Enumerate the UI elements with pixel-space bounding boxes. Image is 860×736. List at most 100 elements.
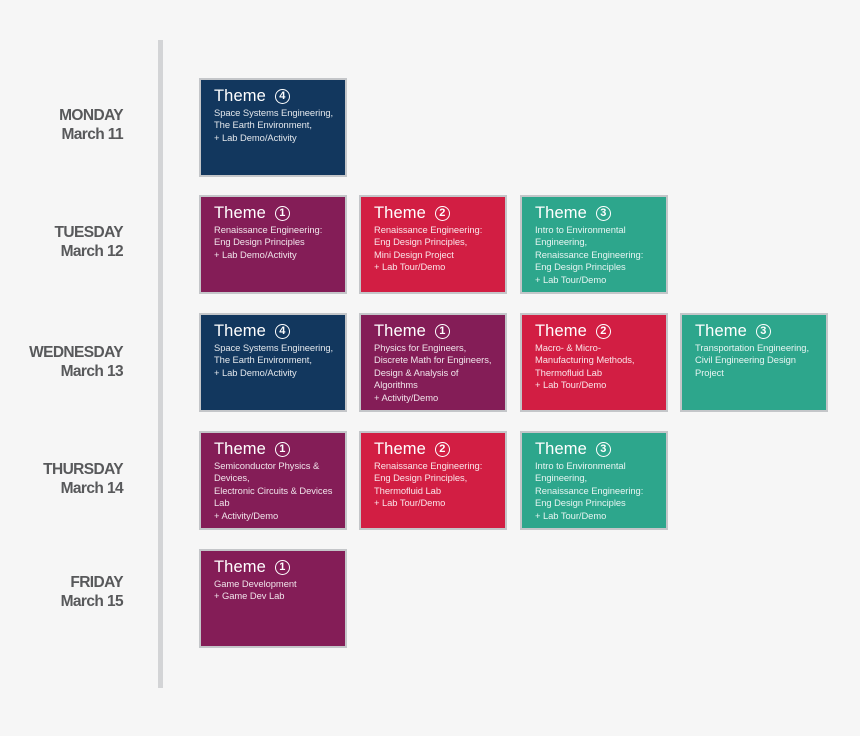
session-description-line: Intro to Environmental [535, 460, 626, 471]
session-card-theme-4[interactable]: Theme 4 Space Systems Engineering, The Eart… [199, 78, 347, 177]
session-description: Renaissance Engineering: Eng Design Princ… [214, 224, 345, 261]
session-title-text: Theme [535, 322, 587, 340]
session-description-line: Eng Design Principles [535, 497, 626, 509]
theme-number-circle-icon: 3 [595, 441, 611, 457]
session-description-line: + Lab Tour/Demo [535, 273, 607, 285]
session-description-line: Renaissance Engineering: [214, 224, 323, 235]
day-date: March 14 [60, 480, 124, 497]
session-card-content: Theme 1 Physics for Engineers, Discrete Mat… [361, 315, 505, 404]
session-card-theme-1[interactable]: Theme 1 Physics for Engineers, Discrete Mat… [359, 313, 507, 412]
session-title: Theme 4 [214, 86, 345, 106]
session-description-line: The Earth Environment, [214, 119, 312, 131]
session-description: Intro to Environmental Engineering, Renais… [535, 224, 666, 286]
session-description-line: + Lab Tour/Demo [374, 497, 446, 509]
session-description: Macro- & Micro- Manufacturing Methods, The… [535, 342, 666, 392]
day-date: March 15 [60, 593, 124, 610]
session-description-line: The Earth Environment, [214, 354, 312, 366]
session-title: Theme 1 [214, 439, 345, 459]
theme-number-circle-icon: 4 [274, 88, 290, 104]
session-title-text: Theme [695, 322, 747, 340]
session-description-line: Discrete Math for Engineers, [374, 354, 492, 366]
session-description-line: + Activity/Demo [374, 391, 439, 403]
session-description-line: Thermofluid Lab [535, 366, 602, 378]
day-label-monday: MONDAY March 11 [0, 106, 123, 144]
session-description: Semiconductor Physics & Devices, Electroni… [214, 460, 345, 522]
session-description-line: Renaissance Engineering: [374, 224, 483, 235]
session-description-line: Engineering, [535, 472, 588, 484]
session-description-line: Renaissance Engineering: [374, 460, 483, 471]
session-description-line: Design & Analysis of [374, 366, 459, 378]
timeline-divider [158, 40, 163, 688]
theme-number-circle-icon: 3 [595, 205, 611, 221]
session-card-theme-1[interactable]: Theme 1 Game Development + Game Dev Lab [199, 549, 347, 648]
session-title-text: Theme [214, 204, 266, 222]
session-title-text: Theme [535, 204, 587, 222]
session-description-line: + Lab Demo/Activity [214, 248, 297, 260]
session-description-line: Eng Design Principles, [374, 236, 468, 248]
session-title: Theme 2 [535, 321, 666, 341]
session-title: Theme 3 [535, 203, 666, 223]
session-description-line: + Lab Tour/Demo [374, 261, 446, 273]
theme-number-circle-icon: 1 [274, 441, 290, 457]
session-description-line: Electronic Circuits & Devices [214, 484, 333, 496]
session-card-theme-3[interactable]: Theme 3 Intro to Environmental Engineering,… [520, 195, 668, 294]
session-description-line: Semiconductor Physics & [214, 460, 320, 471]
session-description-line: Physics for Engineers, [374, 342, 467, 353]
session-card-theme-4[interactable]: Theme 4 Space Systems Engineering, The Eart… [199, 313, 347, 412]
session-description-line: Renaissance Engineering: [535, 248, 644, 260]
day-name: FRIDAY [70, 574, 123, 591]
session-description-line: Eng Design Principles [214, 236, 305, 248]
session-description-line: Renaissance Engineering: [535, 484, 644, 496]
session-description: Renaissance Engineering: Eng Design Princ… [374, 460, 505, 510]
session-title: Theme 1 [374, 321, 505, 341]
session-description: Space Systems Engineering, The Earth Envi… [214, 342, 345, 379]
session-description-line: Space Systems Engineering, [214, 342, 334, 353]
session-card-content: Theme 2 Renaissance Engineering: Eng Design… [361, 197, 505, 274]
session-description-line: Eng Design Principles [535, 261, 626, 273]
session-description-line: + Lab Demo/Activity [214, 131, 297, 143]
theme-number-circle-icon: 1 [434, 323, 450, 339]
session-card-content: Theme 3 Intro to Environmental Engineering,… [522, 433, 666, 522]
session-card-theme-1[interactable]: Theme 1 Semiconductor Physics & Devices, Ele… [199, 431, 347, 530]
session-card-content: Theme 1 Game Development + Game Dev Lab [201, 551, 345, 603]
session-title-text: Theme [214, 440, 266, 458]
session-description: Renaissance Engineering: Eng Design Princ… [374, 224, 505, 274]
session-card-content: Theme 2 Macro- & Micro- Manufacturing Metho… [522, 315, 666, 392]
session-description: Transportation Engineering, Civil Enginee… [695, 342, 826, 379]
session-description-line: Engineering, [535, 236, 588, 248]
session-description-line: Space Systems Engineering, [214, 107, 334, 118]
session-card-theme-2[interactable]: Theme 2 Renaissance Engineering: Eng Design… [359, 195, 507, 294]
session-description-line: Eng Design Principles, [374, 472, 468, 484]
day-date: March 12 [60, 243, 124, 260]
session-card-theme-3[interactable]: Theme 3 Intro to Environmental Engineering,… [520, 431, 668, 530]
session-card-content: Theme 4 Space Systems Engineering, The Eart… [201, 80, 345, 144]
session-title: Theme 3 [535, 439, 666, 459]
day-label-thursday: THURSDAY March 14 [0, 460, 123, 498]
day-label-wednesday: WEDNESDAY March 13 [0, 343, 124, 381]
session-description-line: + Lab Tour/Demo [535, 509, 607, 521]
session-card-content: Theme 3 Transportation Engineering, Civil E… [682, 315, 826, 379]
session-description: Game Development + Game Dev Lab [214, 578, 345, 603]
session-title-text: Theme [374, 322, 426, 340]
session-description-line: + Activity/Demo [214, 509, 279, 521]
session-card-theme-2[interactable]: Theme 2 Macro- & Micro- Manufacturing Metho… [520, 313, 668, 412]
session-card-theme-2[interactable]: Theme 2 Renaissance Engineering: Eng Design… [359, 431, 507, 530]
session-title-text: Theme [214, 558, 266, 576]
session-description-line: + Game Dev Lab [214, 590, 285, 602]
session-title: Theme 2 [374, 439, 505, 459]
session-title-text: Theme [214, 322, 266, 340]
session-card-theme-3[interactable]: Theme 3 Transportation Engineering, Civil E… [680, 313, 828, 412]
session-description-line: Manufacturing Methods, [535, 354, 635, 366]
session-description-line: Civil Engineering Design [695, 354, 796, 366]
session-description-line: Game Development [214, 578, 297, 589]
theme-number-circle-icon: 1 [274, 205, 290, 221]
session-title: Theme 1 [214, 557, 345, 577]
session-description-line: Lab [214, 497, 230, 509]
session-description-line: Algorithms [374, 379, 418, 391]
session-card-content: Theme 4 Space Systems Engineering, The Eart… [201, 315, 345, 379]
session-card-theme-1[interactable]: Theme 1 Renaissance Engineering: Eng Design… [199, 195, 347, 294]
session-description-line: Devices, [214, 472, 250, 484]
session-title: Theme 2 [374, 203, 505, 223]
session-description: Space Systems Engineering, The Earth Envi… [214, 107, 345, 144]
session-title-text: Theme [214, 87, 266, 105]
